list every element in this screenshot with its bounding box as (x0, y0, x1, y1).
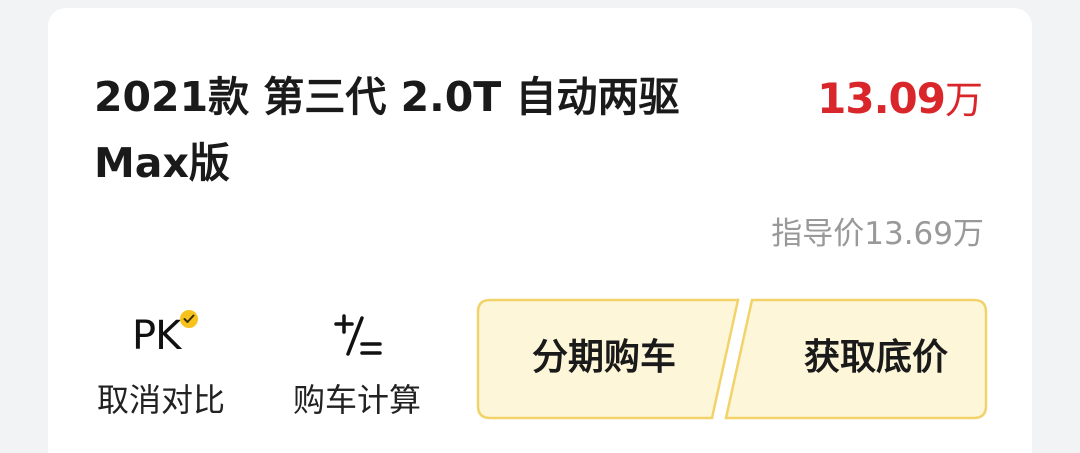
price-value: 13.09 (817, 74, 946, 123)
check-badge-icon (180, 310, 198, 328)
car-calculator-label: 购车计算 (292, 381, 421, 419)
plus-minus-equals-icon (282, 308, 432, 364)
installment-purchase-button[interactable]: 分期购车 (484, 298, 724, 418)
price-unit: 万 (944, 78, 983, 122)
action-buttons: 分期购车 获取底价 (476, 298, 988, 428)
get-lowest-price-button[interactable]: 获取底价 (756, 298, 996, 418)
pk-glyph: PK (132, 313, 181, 359)
car-config-title: 2021款 第三代 2.0T 自动两驱 Max版 (94, 73, 680, 187)
guide-price: 指导价13.69万 (771, 216, 984, 252)
cancel-compare-button[interactable]: PK 取消对比 (86, 308, 236, 428)
car-config-card: 2021款 第三代 2.0T 自动两驱 Max版 13.09万 指导价13.69… (48, 8, 1032, 453)
cancel-compare-label: 取消对比 (96, 381, 225, 419)
current-price: 13.09万 (817, 70, 983, 129)
car-calculator-button[interactable]: 购车计算 (282, 308, 432, 428)
pk-check-icon: PK (86, 308, 236, 364)
